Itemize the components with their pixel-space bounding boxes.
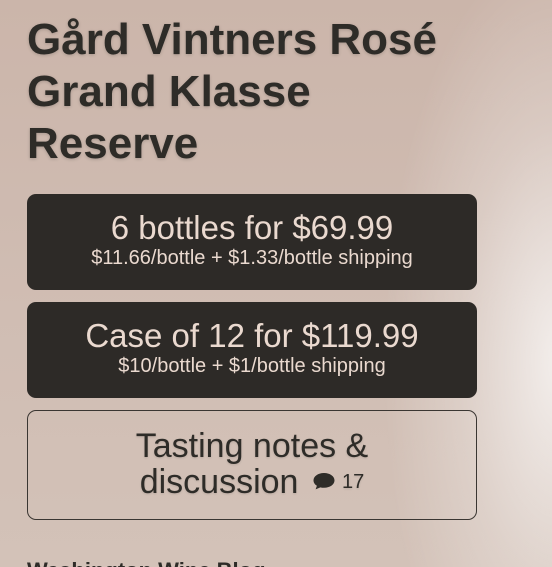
- product-title-line-1: Gård Vintners Rosé: [27, 15, 437, 64]
- offer-case-of-12-button[interactable]: Case of 12 for $119.99 $10/bottle + $1/b…: [27, 302, 477, 398]
- discussion-line: discussion 17: [28, 464, 476, 500]
- comment-count: 17: [342, 470, 365, 493]
- product-title: Gård Vintners Rosé Grand Klasse Reserve: [27, 14, 477, 170]
- tasting-notes-button[interactable]: Tasting notes & discussion 17: [27, 410, 477, 520]
- offer-6-bottles-button[interactable]: 6 bottles for $69.99 $11.66/bottle + $1.…: [27, 194, 477, 290]
- blog-link[interactable]: Washington Wine Blog: [27, 558, 266, 567]
- speech-bubble-icon: [313, 472, 335, 489]
- offer-price: 6 bottles for $69.99: [110, 209, 394, 246]
- offer-list: 6 bottles for $69.99 $11.66/bottle + $1.…: [27, 194, 477, 398]
- comment-count-badge: 17: [312, 471, 364, 492]
- offer-detail: $10/bottle + $1/bottle shipping: [118, 355, 386, 377]
- offer-price: Case of 12 for $119.99: [85, 317, 419, 354]
- tasting-notes-label: Tasting notes &: [135, 427, 369, 465]
- product-title-line-2: Grand Klasse: [27, 67, 311, 116]
- discussion-label: discussion: [139, 463, 299, 501]
- offer-detail: $11.66/bottle + $1.33/bottle shipping: [91, 247, 413, 269]
- product-panel: Gård Vintners Rosé Grand Klasse Reserve …: [27, 14, 477, 520]
- product-title-line-3: Reserve: [27, 119, 199, 168]
